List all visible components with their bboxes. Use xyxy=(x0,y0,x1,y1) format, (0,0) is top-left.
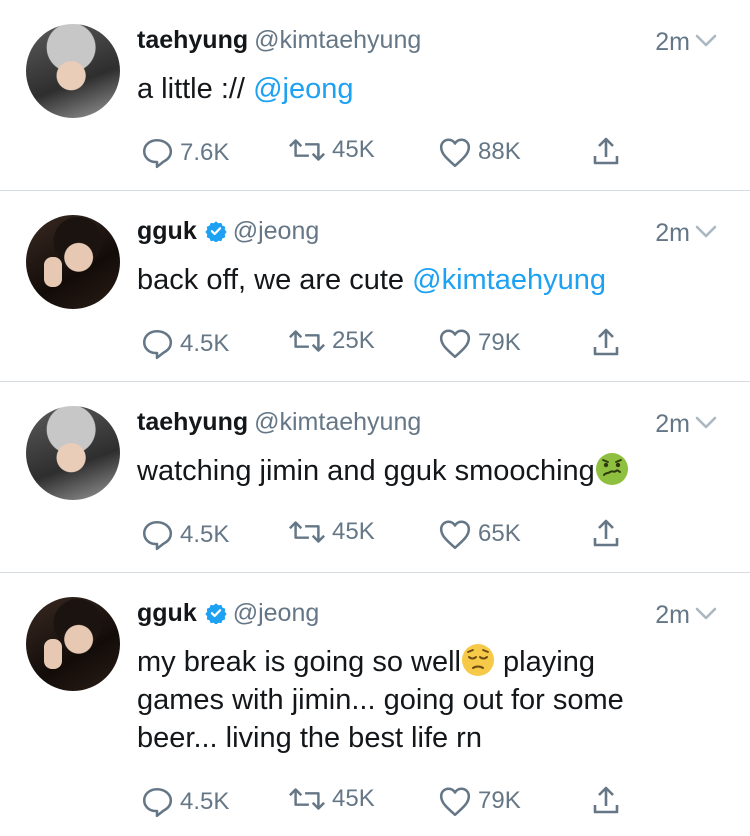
tweet-3[interactable]: taehyung @kimtaehyung 2m watching jimin a… xyxy=(0,382,750,572)
user-handle[interactable]: @kimtaehyung xyxy=(254,26,421,54)
tweet-text: a little :// @jeong xyxy=(137,70,717,108)
reply-icon xyxy=(140,785,174,819)
tweet-body: back off, we are cute xyxy=(137,264,405,296)
tweet-body-line-3: beer... living the best life rn xyxy=(137,722,482,754)
reply-button[interactable]: 4.5K xyxy=(140,785,229,819)
action-bar: 4.5K 25K 79K xyxy=(0,327,750,363)
share-icon[interactable] xyxy=(592,518,620,548)
reply-count: 7.6K xyxy=(180,139,230,166)
timestamp: 2m xyxy=(655,28,690,56)
pensive-face-emoji-icon xyxy=(461,644,494,676)
retweet-button[interactable]: 45K xyxy=(288,785,375,813)
action-bar: 7.6K 45K 88K xyxy=(0,136,750,172)
tweet-body-line-1: my break is going so well xyxy=(137,646,461,678)
avatar[interactable] xyxy=(26,406,120,500)
heart-icon xyxy=(438,136,472,168)
user-handle[interactable]: @kimtaehyung xyxy=(254,408,421,436)
reply-count: 4.5K xyxy=(180,330,230,357)
tweet-text: back off, we are cute @kimtaehyung xyxy=(137,261,717,299)
tweet-header: gguk @jeong xyxy=(137,217,319,246)
retweet-icon xyxy=(288,785,326,813)
like-button[interactable]: 79K xyxy=(438,327,521,359)
chevron-down-icon[interactable] xyxy=(695,33,717,49)
like-count: 79K xyxy=(478,329,521,356)
avatar[interactable] xyxy=(26,24,120,118)
retweet-button[interactable]: 45K xyxy=(288,136,375,164)
avatar[interactable] xyxy=(26,215,120,309)
reply-button[interactable]: 7.6K xyxy=(140,136,229,170)
share-icon[interactable] xyxy=(592,785,620,815)
tweet-header: taehyung @kimtaehyung xyxy=(137,408,421,437)
reply-icon xyxy=(140,327,174,361)
reply-count: 4.5K xyxy=(180,788,230,815)
mention-link[interactable]: @kimtaehyung xyxy=(412,264,606,296)
like-count: 79K xyxy=(478,787,521,814)
timestamp: 2m xyxy=(655,410,690,438)
tweet-body: a little :// xyxy=(137,73,245,105)
tweet-2[interactable]: gguk @jeong 2m back off, we are cute @kim… xyxy=(0,191,750,381)
tweet-body-line-1b: playing xyxy=(503,646,595,678)
display-name[interactable]: taehyung xyxy=(137,26,248,54)
heart-icon xyxy=(438,785,472,817)
tweet-text: my break is going so well playing games … xyxy=(137,643,717,757)
retweet-count: 45K xyxy=(332,518,375,545)
tweet-1[interactable]: taehyung @kimtaehyung 2m a little :// @je… xyxy=(0,0,750,190)
nauseated-face-emoji-icon xyxy=(595,453,628,485)
like-button[interactable]: 88K xyxy=(438,136,521,168)
timestamp: 2m xyxy=(655,601,690,629)
action-bar: 4.5K 45K 65K xyxy=(0,518,750,554)
heart-icon xyxy=(438,327,472,359)
reply-button[interactable]: 4.5K xyxy=(140,518,229,552)
share-icon[interactable] xyxy=(592,136,620,166)
tweet-header: taehyung @kimtaehyung xyxy=(137,26,421,55)
chevron-down-icon[interactable] xyxy=(695,224,717,240)
retweet-count: 45K xyxy=(332,136,375,163)
heart-icon xyxy=(438,518,472,550)
display-name[interactable]: taehyung xyxy=(137,408,248,436)
tweet-4[interactable]: gguk @jeong 2m my break is going so well … xyxy=(0,573,750,836)
like-count: 88K xyxy=(478,138,521,165)
retweet-icon xyxy=(288,327,326,355)
retweet-icon xyxy=(288,136,326,164)
share-icon[interactable] xyxy=(592,327,620,357)
verified-badge-icon xyxy=(205,220,227,242)
like-count: 65K xyxy=(478,520,521,547)
user-handle[interactable]: @jeong xyxy=(233,217,320,245)
tweet-header: gguk @jeong xyxy=(137,599,319,628)
avatar[interactable] xyxy=(26,597,120,691)
display-name[interactable]: gguk xyxy=(137,599,197,627)
verified-badge-icon xyxy=(205,602,227,624)
reply-count: 4.5K xyxy=(180,521,230,548)
display-name[interactable]: gguk xyxy=(137,217,197,245)
mention-link[interactable]: @jeong xyxy=(253,73,353,105)
retweet-count: 45K xyxy=(332,785,375,812)
retweet-button[interactable]: 25K xyxy=(288,327,375,355)
action-bar: 4.5K 45K 79K xyxy=(0,785,750,821)
retweet-count: 25K xyxy=(332,327,375,354)
like-button[interactable]: 79K xyxy=(438,785,521,817)
tweet-body-line-2: games with jimin... going out for some xyxy=(137,684,624,716)
tweet-text: watching jimin and gguk smooching xyxy=(137,452,717,490)
user-handle[interactable]: @jeong xyxy=(233,599,320,627)
like-button[interactable]: 65K xyxy=(438,518,521,550)
chevron-down-icon[interactable] xyxy=(695,415,717,431)
reply-button[interactable]: 4.5K xyxy=(140,327,229,361)
reply-icon xyxy=(140,136,174,170)
tweet-body: watching jimin and gguk smooching xyxy=(137,455,595,487)
timestamp: 2m xyxy=(655,219,690,247)
retweet-icon xyxy=(288,518,326,546)
retweet-button[interactable]: 45K xyxy=(288,518,375,546)
chevron-down-icon[interactable] xyxy=(695,606,717,622)
reply-icon xyxy=(140,518,174,552)
